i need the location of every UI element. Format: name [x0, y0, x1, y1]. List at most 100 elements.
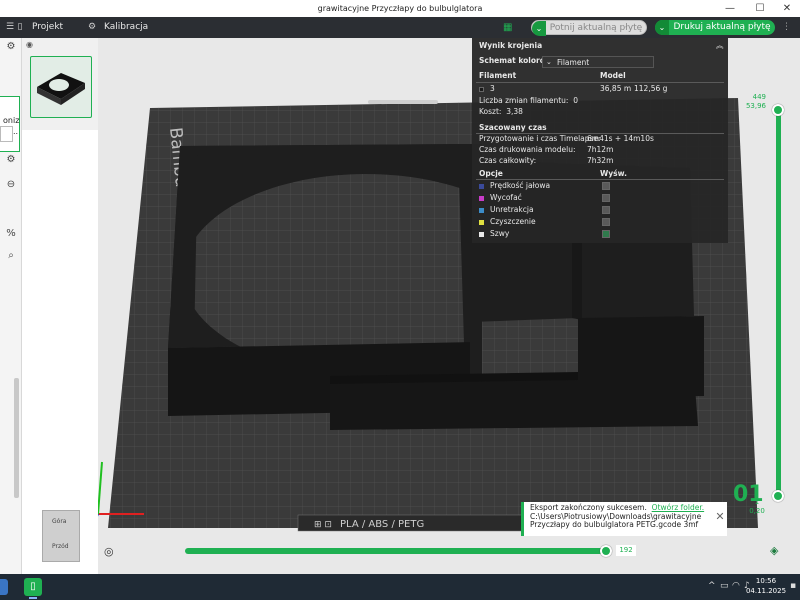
layer-slider-bottom-handle[interactable]	[772, 490, 784, 502]
scrollbar[interactable]	[14, 378, 19, 498]
toast-message: Eksport zakończony sukcesem.	[530, 503, 647, 512]
option-swatch	[479, 219, 484, 225]
option-label: Unretrakcja	[490, 205, 534, 214]
option-checkbox[interactable]	[602, 206, 610, 214]
option-swatch	[479, 195, 484, 201]
settings-icon[interactable]: ⚙	[3, 154, 19, 168]
option-row: Prędkość jałowa	[479, 180, 550, 192]
option-checkbox-checked[interactable]	[602, 230, 610, 238]
device-icon[interactable]: ▦	[503, 17, 512, 38]
print-plate-button[interactable]: ⌄ Drukuj aktualną płytę	[655, 20, 775, 35]
wifi-icon[interactable]: ◠	[732, 581, 740, 591]
cost: Koszt: 3,38	[479, 106, 523, 118]
maximize-button[interactable]: ☐	[745, 0, 775, 17]
bottom-layer-height: 0,20	[749, 507, 765, 515]
plate-preview-image	[37, 73, 85, 105]
close-button[interactable]: ✕	[772, 0, 800, 17]
top-layer-number: 449	[752, 93, 766, 101]
taskbar-date[interactable]: 04.11.2025	[745, 587, 787, 595]
option-row: Unretrakcja	[479, 204, 534, 216]
color-scheme-label: Schemat kolorów	[479, 56, 552, 65]
menu-item-label: Projekt	[32, 22, 64, 32]
bambu-logo-icon: ⊞ ⊡	[314, 520, 332, 530]
close-icon[interactable]: ✕	[714, 511, 726, 523]
left-sidebar: ⚙ oniz or... ⚙ ⊖ % ⌕	[0, 38, 22, 574]
gear-icon: ⚙	[87, 22, 97, 32]
collapse-icon[interactable]: ︽	[716, 40, 724, 52]
filament-length: 36,85 m	[600, 84, 632, 93]
printer-card[interactable]: oniz or...	[0, 96, 20, 152]
view-cube[interactable]: Góra Przód	[42, 510, 80, 562]
card-line: oniz	[3, 116, 20, 125]
filament-weight: 112,56 g	[634, 84, 668, 93]
minus-icon[interactable]: ⊖	[3, 179, 19, 193]
notification-icon[interactable]: ▪	[790, 581, 796, 591]
print-plate-label: Drukuj aktualną płytę	[673, 22, 771, 32]
slice-result-panel: Wynik krojenia ︽ Schemat kolorów ⌄ Filam…	[472, 38, 728, 243]
option-checkbox[interactable]	[602, 194, 610, 202]
total-time-label: Czas całkowity:	[479, 156, 537, 165]
percent-icon[interactable]: %	[3, 228, 19, 242]
view-cube-front-label: Przód	[52, 543, 69, 550]
color-scheme-value: Filament	[557, 58, 590, 67]
dropdown-icon: ⌄	[655, 20, 669, 35]
move-slider-handle[interactable]	[600, 545, 612, 557]
option-label: Wycofać	[490, 193, 522, 202]
cost-value: 3,38	[506, 107, 523, 116]
filament-index: 3	[490, 84, 495, 93]
minimize-button[interactable]: —	[715, 0, 745, 17]
menu-more-icon[interactable]: ⋮	[782, 17, 791, 38]
filament-row: 3	[479, 83, 495, 95]
option-row: Wycofać	[479, 192, 522, 204]
open-folder-link[interactable]: Otwórz folder.	[652, 503, 704, 512]
filament-changes-value: 0	[573, 96, 578, 105]
title-bar: grawitacyjne Przyczłapy do bulbulglatora…	[0, 0, 800, 17]
settings-icon[interactable]: ⚙	[3, 41, 19, 55]
camera-reset-icon[interactable]: ◎	[104, 545, 114, 558]
option-row: Szwy	[479, 228, 509, 240]
filament-color-swatch	[479, 86, 484, 92]
col-model: Model	[600, 71, 626, 80]
color-scheme-select[interactable]: ⌄ Filament	[542, 56, 654, 68]
total-time-value: 7h32m	[587, 156, 614, 165]
dropdown-icon: ⌄	[532, 21, 546, 36]
start-icon[interactable]	[0, 579, 8, 595]
panel-title: Wynik krojenia	[479, 41, 543, 50]
network-icon[interactable]: ▭	[720, 581, 729, 591]
top-layer-height: 53,96	[745, 102, 766, 110]
file-icon: ▯	[17, 22, 23, 32]
menu-item-projekt[interactable]: ▯ Projekt	[14, 17, 64, 38]
option-swatch	[479, 183, 484, 189]
layer-slider[interactable]	[776, 110, 781, 496]
menu-bar: ☰ ▯ Projekt ⚙ Kalibracja ▦ ⌄ Potnij aktual…	[0, 17, 800, 38]
option-label: Prędkość jałowa	[490, 181, 551, 190]
plate-thumbnail[interactable]	[30, 56, 92, 118]
search-icon[interactable]: ⌕	[3, 250, 19, 264]
slice-plate-button[interactable]: ⌄ Potnij aktualną płytę	[531, 20, 647, 36]
toast-file-line: Przyczłapy do bulbulglatora PETG.gcode 3…	[530, 520, 699, 529]
option-label: Czyszczenie	[490, 217, 536, 226]
layer-slider-top-handle[interactable]	[772, 104, 784, 116]
taskbar-time[interactable]: 10:56	[752, 577, 780, 585]
layers-icon[interactable]: ◈	[770, 544, 778, 557]
eye-icon[interactable]: ◉	[26, 40, 33, 49]
export-toast: Eksport zakończony sukcesem. Otwórz fold…	[521, 502, 727, 536]
move-slider[interactable]	[185, 548, 605, 554]
option-swatch	[479, 207, 484, 213]
option-checkbox[interactable]	[602, 218, 610, 226]
printer-select-box[interactable]	[0, 126, 13, 142]
plate-notch	[368, 100, 438, 104]
bambu-studio-app-icon[interactable]: ▯	[24, 578, 42, 596]
move-slider-value: 192	[616, 545, 636, 556]
slice-plate-label: Potnij aktualną płytę	[549, 23, 643, 33]
active-app-indicator	[29, 597, 37, 599]
menu-item-kalibracja[interactable]: ⚙ Kalibracja	[86, 17, 148, 38]
filament-changes-label: Liczba zmian filamentu:	[479, 96, 569, 105]
plate-material-label: PLA / ABS / PETG	[340, 519, 424, 530]
option-checkbox[interactable]	[602, 182, 610, 190]
tray-chevron-icon[interactable]: ^	[708, 581, 716, 591]
option-swatch	[479, 231, 484, 237]
chevron-down-icon: ⌄	[546, 58, 552, 66]
window-title: grawitacyjne Przyczłapy do bulbulglatora	[317, 4, 483, 13]
bottom-layer-number: 1	[754, 498, 760, 506]
